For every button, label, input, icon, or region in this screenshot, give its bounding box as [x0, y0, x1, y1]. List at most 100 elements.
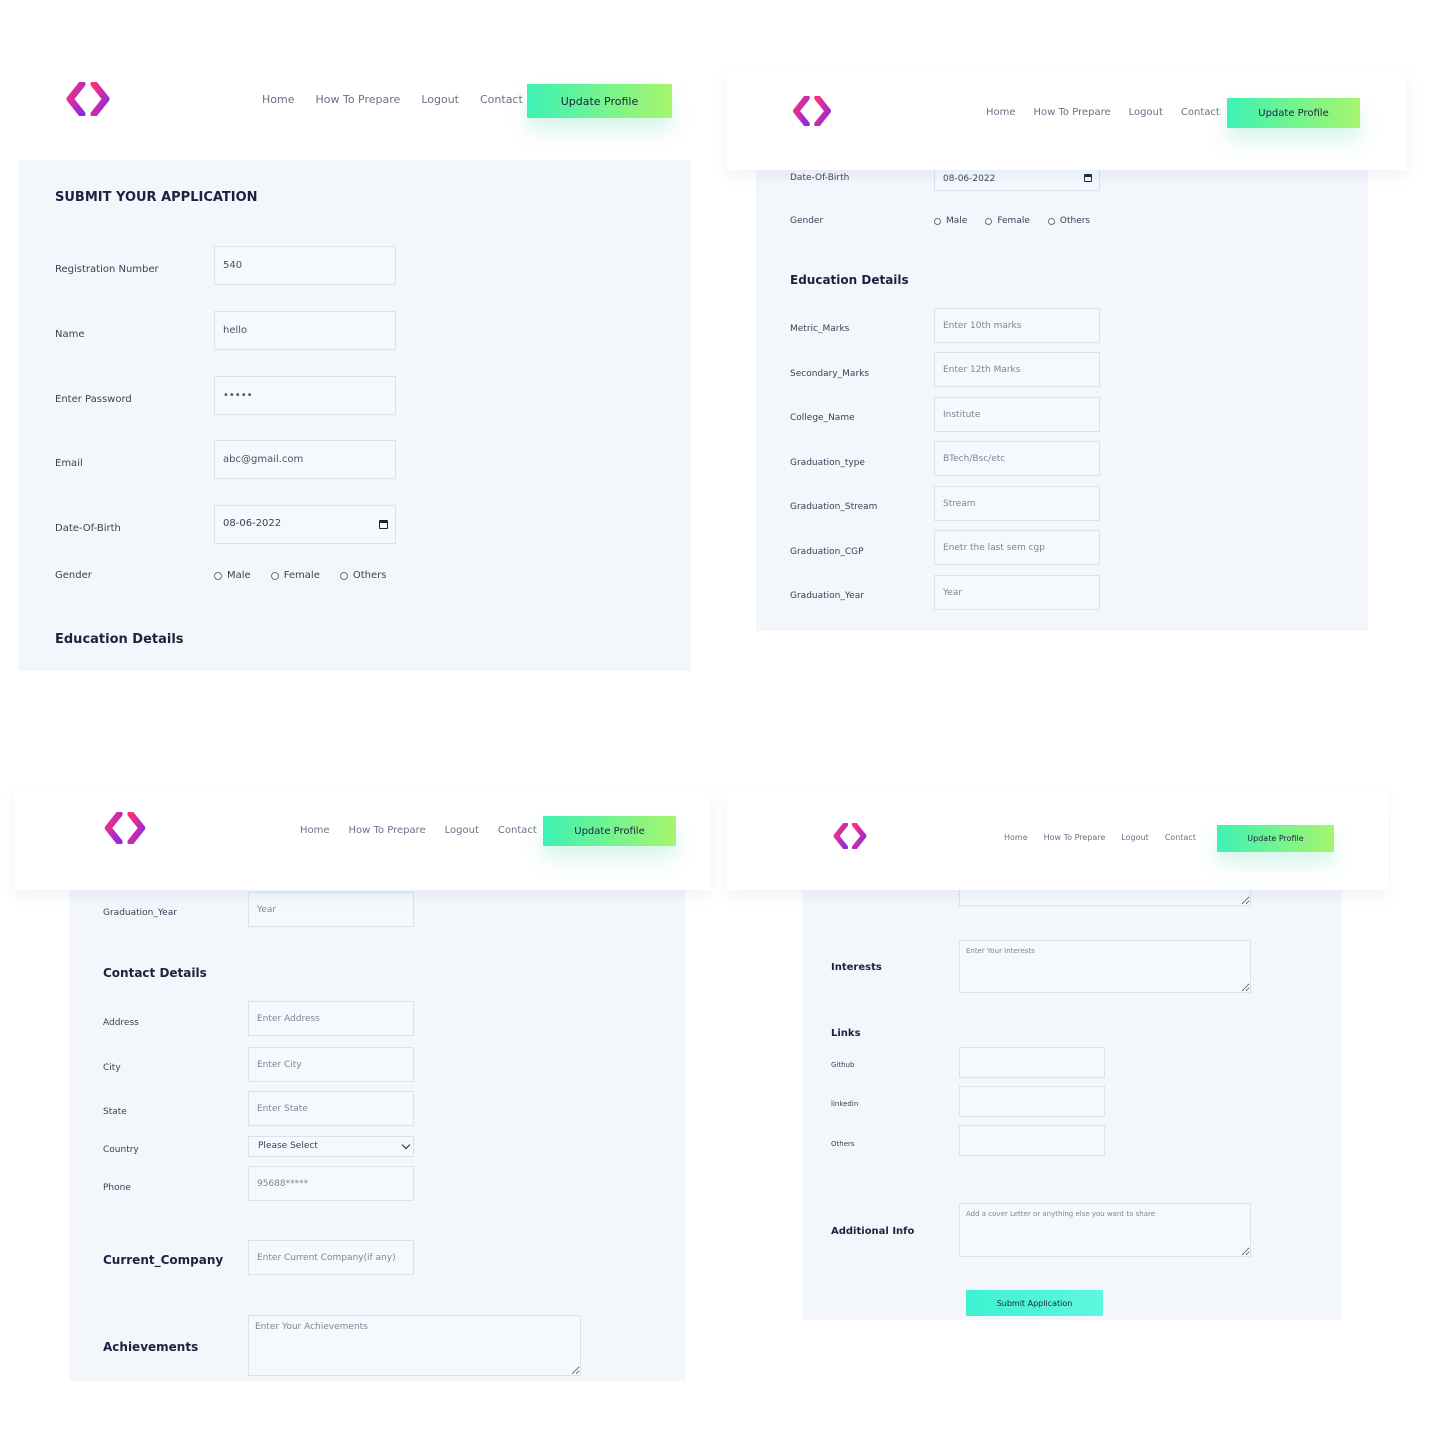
nav-how-to-prepare[interactable]: How To Prepare	[349, 825, 426, 836]
nav-contact[interactable]: Contact	[1165, 833, 1196, 842]
interests-textarea[interactable]	[959, 940, 1251, 993]
radio-male[interactable]	[214, 571, 222, 580]
radio-female-label: Female	[997, 216, 1030, 226]
radio-male-label: Male	[227, 570, 251, 581]
update-profile-button[interactable]: Update Profile	[1227, 98, 1360, 128]
dob-label: Date-Of-Birth	[790, 173, 850, 183]
name-label: Name	[55, 329, 85, 340]
city-input[interactable]	[248, 1047, 414, 1082]
education-heading: Education Details	[55, 632, 184, 647]
screenshot-top-right: Date-Of-Birth 08-06-2022 Gender Male Fem…	[720, 0, 1440, 700]
interests-label: Interests	[831, 962, 882, 973]
nav-contact[interactable]: Contact	[1181, 107, 1220, 118]
nav-home[interactable]: Home	[262, 93, 294, 106]
radio-male[interactable]	[934, 217, 941, 225]
graduation-year-label: Graduation_Year	[103, 908, 177, 918]
gender-radio-group: Male Female Others	[214, 570, 386, 581]
update-profile-button[interactable]: Update Profile	[1217, 825, 1334, 852]
email-input[interactable]	[214, 440, 396, 479]
graduation-stream-input[interactable]	[934, 486, 1100, 521]
links-heading: Links	[831, 1028, 861, 1039]
secondary-marks-label: Secondary_Marks	[790, 369, 870, 379]
logo-icon[interactable]	[104, 812, 146, 844]
name-input[interactable]	[214, 311, 396, 350]
graduation-cgp-input[interactable]	[934, 530, 1100, 565]
site-header: Home How To Prepare Logout Contact Updat…	[0, 60, 720, 160]
radio-others[interactable]	[339, 571, 348, 580]
education-form: Date-Of-Birth 08-06-2022 Gender Male Fem…	[756, 160, 1368, 631]
nav-logout[interactable]: Logout	[421, 93, 459, 106]
github-label: Github	[831, 1061, 855, 1069]
main-nav: Home How To Prepare Logout Contact	[262, 93, 523, 106]
current-company-input[interactable]	[248, 1240, 414, 1275]
radio-others-label: Others	[1059, 216, 1091, 226]
state-label: State	[103, 1107, 127, 1117]
dob-input[interactable]: 08-06-2022	[214, 505, 396, 544]
site-header: Home How To Prepare Logout Contact Updat…	[727, 790, 1388, 890]
radio-others[interactable]	[1047, 217, 1055, 225]
main-nav: Home How To Prepare Logout Contact	[1004, 833, 1196, 842]
screenshot-bottom-right: Interests Links Github linkedin Others A…	[720, 720, 1440, 1440]
additional-info-textarea[interactable]	[959, 1203, 1251, 1257]
application-form: SUBMIT YOUR APPLICATION Registration Num…	[18, 160, 691, 671]
additional-info-label: Additional Info	[831, 1226, 915, 1237]
graduation-year-input[interactable]	[248, 892, 414, 927]
main-nav: Home How To Prepare Logout Contact	[986, 107, 1220, 118]
logo-icon[interactable]	[792, 96, 832, 126]
nav-how-to-prepare[interactable]: How To Prepare	[1034, 107, 1111, 118]
radio-female[interactable]	[270, 571, 279, 580]
nav-how-to-prepare[interactable]: How To Prepare	[1044, 833, 1106, 842]
country-select[interactable]: Please Select	[248, 1136, 414, 1157]
submit-application-button[interactable]: Submit Application	[966, 1290, 1103, 1316]
nav-logout[interactable]: Logout	[445, 825, 479, 836]
logo-icon[interactable]	[833, 823, 867, 849]
form-title: SUBMIT YOUR APPLICATION	[55, 190, 258, 205]
calendar-icon[interactable]	[1084, 174, 1092, 182]
chevron-down-icon	[401, 1140, 411, 1150]
nav-home[interactable]: Home	[300, 825, 330, 836]
metric-marks-label: Metric_Marks	[790, 324, 850, 334]
phone-input[interactable]	[248, 1166, 414, 1201]
graduation-type-input[interactable]	[934, 441, 1100, 476]
nav-home[interactable]: Home	[1004, 833, 1028, 842]
metric-marks-input[interactable]	[934, 308, 1100, 343]
other-links-input[interactable]	[959, 1125, 1105, 1156]
site-header: Home How To Prepare Logout Contact Updat…	[14, 790, 711, 890]
state-input[interactable]	[248, 1091, 414, 1126]
country-label: Country	[103, 1145, 139, 1155]
nav-home[interactable]: Home	[986, 107, 1016, 118]
secondary-marks-input[interactable]	[934, 352, 1100, 387]
college-name-input[interactable]	[934, 397, 1100, 432]
nav-how-to-prepare[interactable]: How To Prepare	[315, 93, 400, 106]
graduation-year-input[interactable]	[934, 575, 1100, 610]
radio-female-label: Female	[283, 570, 320, 581]
dob-label: Date-Of-Birth	[55, 523, 121, 534]
gender-label: Gender	[55, 570, 92, 581]
github-input[interactable]	[959, 1047, 1105, 1078]
radio-male-label: Male	[946, 216, 968, 226]
contact-heading: Contact Details	[103, 966, 207, 980]
update-profile-button[interactable]: Update Profile	[527, 84, 672, 118]
linkedin-input[interactable]	[959, 1086, 1105, 1117]
college-name-label: College_Name	[790, 413, 855, 423]
contact-form: Graduation_Year Contact Details Address …	[69, 890, 685, 1381]
nav-logout[interactable]: Logout	[1129, 107, 1163, 118]
graduation-stream-label: Graduation_Stream	[790, 502, 878, 512]
radio-female[interactable]	[985, 217, 993, 225]
nav-contact[interactable]: Contact	[480, 93, 523, 106]
phone-label: Phone	[103, 1183, 131, 1193]
password-input[interactable]	[214, 376, 396, 415]
address-input[interactable]	[248, 1001, 414, 1036]
logo-icon[interactable]	[66, 82, 110, 116]
gender-label: Gender	[790, 216, 824, 226]
registration-input[interactable]	[214, 246, 396, 285]
achievements-textarea[interactable]	[248, 1315, 581, 1376]
nav-logout[interactable]: Logout	[1121, 833, 1148, 842]
linkedin-label: linkedin	[831, 1100, 859, 1108]
update-profile-button[interactable]: Update Profile	[543, 816, 676, 846]
dob-value: 08-06-2022	[943, 174, 996, 184]
city-label: City	[103, 1063, 121, 1073]
calendar-icon[interactable]	[379, 520, 388, 529]
password-label: Enter Password	[55, 394, 132, 405]
nav-contact[interactable]: Contact	[498, 825, 537, 836]
